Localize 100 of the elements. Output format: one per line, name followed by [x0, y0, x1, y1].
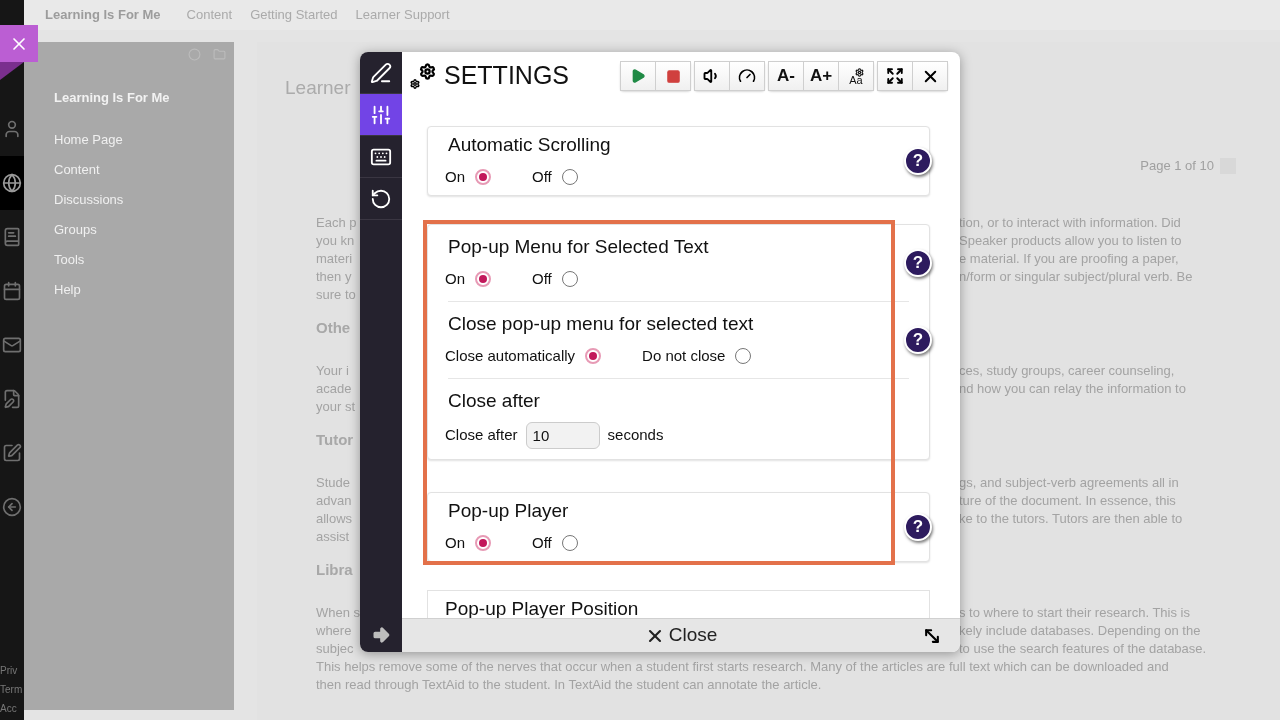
speed-button[interactable]: [729, 61, 765, 91]
side-tab[interactable]: [360, 94, 402, 136]
logout-icon: [2, 497, 22, 517]
dialog-title: SETTINGS: [444, 60, 569, 92]
fullscreen-button[interactable]: [877, 61, 913, 91]
close-button[interactable]: [912, 61, 948, 91]
radio-button[interactable]: [585, 348, 602, 364]
text-line: nd how you can relay the information to: [959, 380, 1186, 398]
edit-icon: [2, 443, 22, 463]
footer-link[interactable]: Term: [0, 680, 24, 699]
setting-title: Close after: [448, 389, 541, 413]
text-line: subjec: [316, 640, 354, 658]
help-button[interactable]: ?: [904, 326, 932, 354]
text-line: materi: [316, 250, 353, 268]
field-label: Close after: [445, 424, 518, 445]
gauge-icon: [738, 67, 756, 85]
text-line: ces, study groups, career counseling,: [959, 362, 1175, 380]
option-label: Off: [532, 268, 552, 289]
radio-button[interactable]: [561, 271, 578, 287]
setting-title: Pop-up Menu for Selected Text: [448, 235, 710, 259]
text-line: to use the search features of the database.: [959, 640, 1207, 658]
font-size-button[interactable]: A-: [768, 61, 804, 91]
help-button[interactable]: ?: [904, 147, 932, 175]
text-line: e material. If you are proofing a paper,: [959, 250, 1179, 268]
text-line: then read through TextAid to the student. In TextAid the student can annotate the article.: [316, 677, 822, 692]
unit-label: seconds: [607, 424, 664, 445]
text-line: Your i: [316, 362, 349, 380]
text-line: your st: [316, 398, 355, 416]
setting-title: Pop-up Player: [448, 499, 570, 523]
text-line: This helps remove some of the nerves that occur when a student first starts research. Many of the articles are full text which can be downloaded and: [316, 659, 1169, 674]
radio-button[interactable]: [475, 169, 491, 185]
user-icon: [2, 119, 22, 139]
menu-item[interactable]: Groups: [54, 214, 234, 245]
text-line: ke to the tutors. Tutors are then able to: [959, 510, 1183, 528]
option-label: Do not close: [642, 345, 726, 366]
font-size-button[interactable]: A+: [803, 61, 839, 91]
volume-button[interactable]: [694, 61, 730, 91]
course-title[interactable]: Learning Is For Me: [24, 88, 234, 108]
radio-button[interactable]: [735, 348, 752, 364]
footer-link[interactable]: Priv: [0, 661, 24, 680]
text-line: then y: [316, 268, 352, 286]
text-line: assist: [316, 528, 350, 546]
setting-title: Close pop-up menu for selected text: [448, 312, 755, 336]
book-icon: [2, 227, 22, 247]
close-dialog-button[interactable]: Close: [644, 621, 718, 650]
text-line: advan: [316, 492, 352, 510]
text-line: allows: [316, 510, 353, 528]
page-indicator: Page 1 of 10: [1140, 157, 1214, 176]
text-line: acade: [316, 380, 352, 398]
help-button[interactable]: ?: [904, 513, 932, 541]
section-heading: Libra: [316, 561, 353, 578]
globe-icon: [2, 173, 22, 193]
option-label: On: [445, 532, 465, 553]
radio-button[interactable]: [475, 271, 491, 287]
radio-button[interactable]: [561, 535, 578, 551]
text-line: Stude: [316, 474, 350, 492]
stop-icon: [665, 68, 681, 84]
option-label: Close automatically: [445, 345, 576, 366]
section-heading: Tutor: [316, 431, 354, 448]
text-line: kely include databases. Depending on the: [959, 622, 1201, 640]
calendar-icon: [2, 281, 22, 301]
sliders-icon: [370, 103, 392, 126]
play-button[interactable]: [620, 61, 656, 91]
text-line: ture of the document. In essence, this: [959, 492, 1176, 510]
radio-button[interactable]: [475, 535, 491, 551]
text-line: sure to: [316, 286, 356, 304]
menu-item[interactable]: Home Page: [54, 124, 234, 155]
gear-icon: [855, 68, 864, 77]
option-label: Off: [532, 166, 552, 187]
gears-icon: [410, 63, 436, 89]
site-title[interactable]: Learning Is For Me: [45, 5, 161, 25]
setting-title: Automatic Scrolling: [448, 133, 612, 157]
text-line: gs, and subject-verb agreements all in: [959, 474, 1179, 492]
play-icon: [630, 68, 646, 84]
text-style-button[interactable]: Aa: [838, 61, 874, 91]
pen-icon: [370, 61, 392, 84]
help-button[interactable]: ?: [904, 249, 932, 277]
footer-link[interactable]: Acc: [0, 699, 24, 718]
seconds-field[interactable]: 10: [525, 421, 600, 449]
menu-item[interactable]: Tools: [54, 244, 234, 275]
option-label: On: [445, 166, 465, 187]
text-line: Each p: [316, 214, 357, 232]
text-line: where: [316, 622, 352, 640]
text-line: tion, or to interact with information. Did: [959, 214, 1181, 232]
menu-item[interactable]: Help: [54, 274, 234, 305]
text-line: n/form or singular subject/plural verb. Be: [959, 268, 1193, 286]
arrow-icon[interactable]: [371, 625, 391, 645]
section-heading: Othe: [316, 319, 351, 336]
menu-item[interactable]: Content: [54, 154, 234, 185]
fullscreen-icon: [886, 67, 904, 85]
mail-icon: [2, 335, 22, 355]
option-label: Off: [532, 532, 552, 553]
stop-button[interactable]: [655, 61, 691, 91]
document-icon: [2, 389, 22, 409]
text-line: Speaker products allow you to listen to: [959, 232, 1182, 250]
radio-button[interactable]: [561, 169, 578, 185]
menu-item[interactable]: Discussions: [54, 184, 234, 215]
text-line: you kn: [316, 232, 355, 250]
undo-icon: [370, 187, 392, 210]
text-line: s to where to start their research. This is: [959, 604, 1190, 622]
